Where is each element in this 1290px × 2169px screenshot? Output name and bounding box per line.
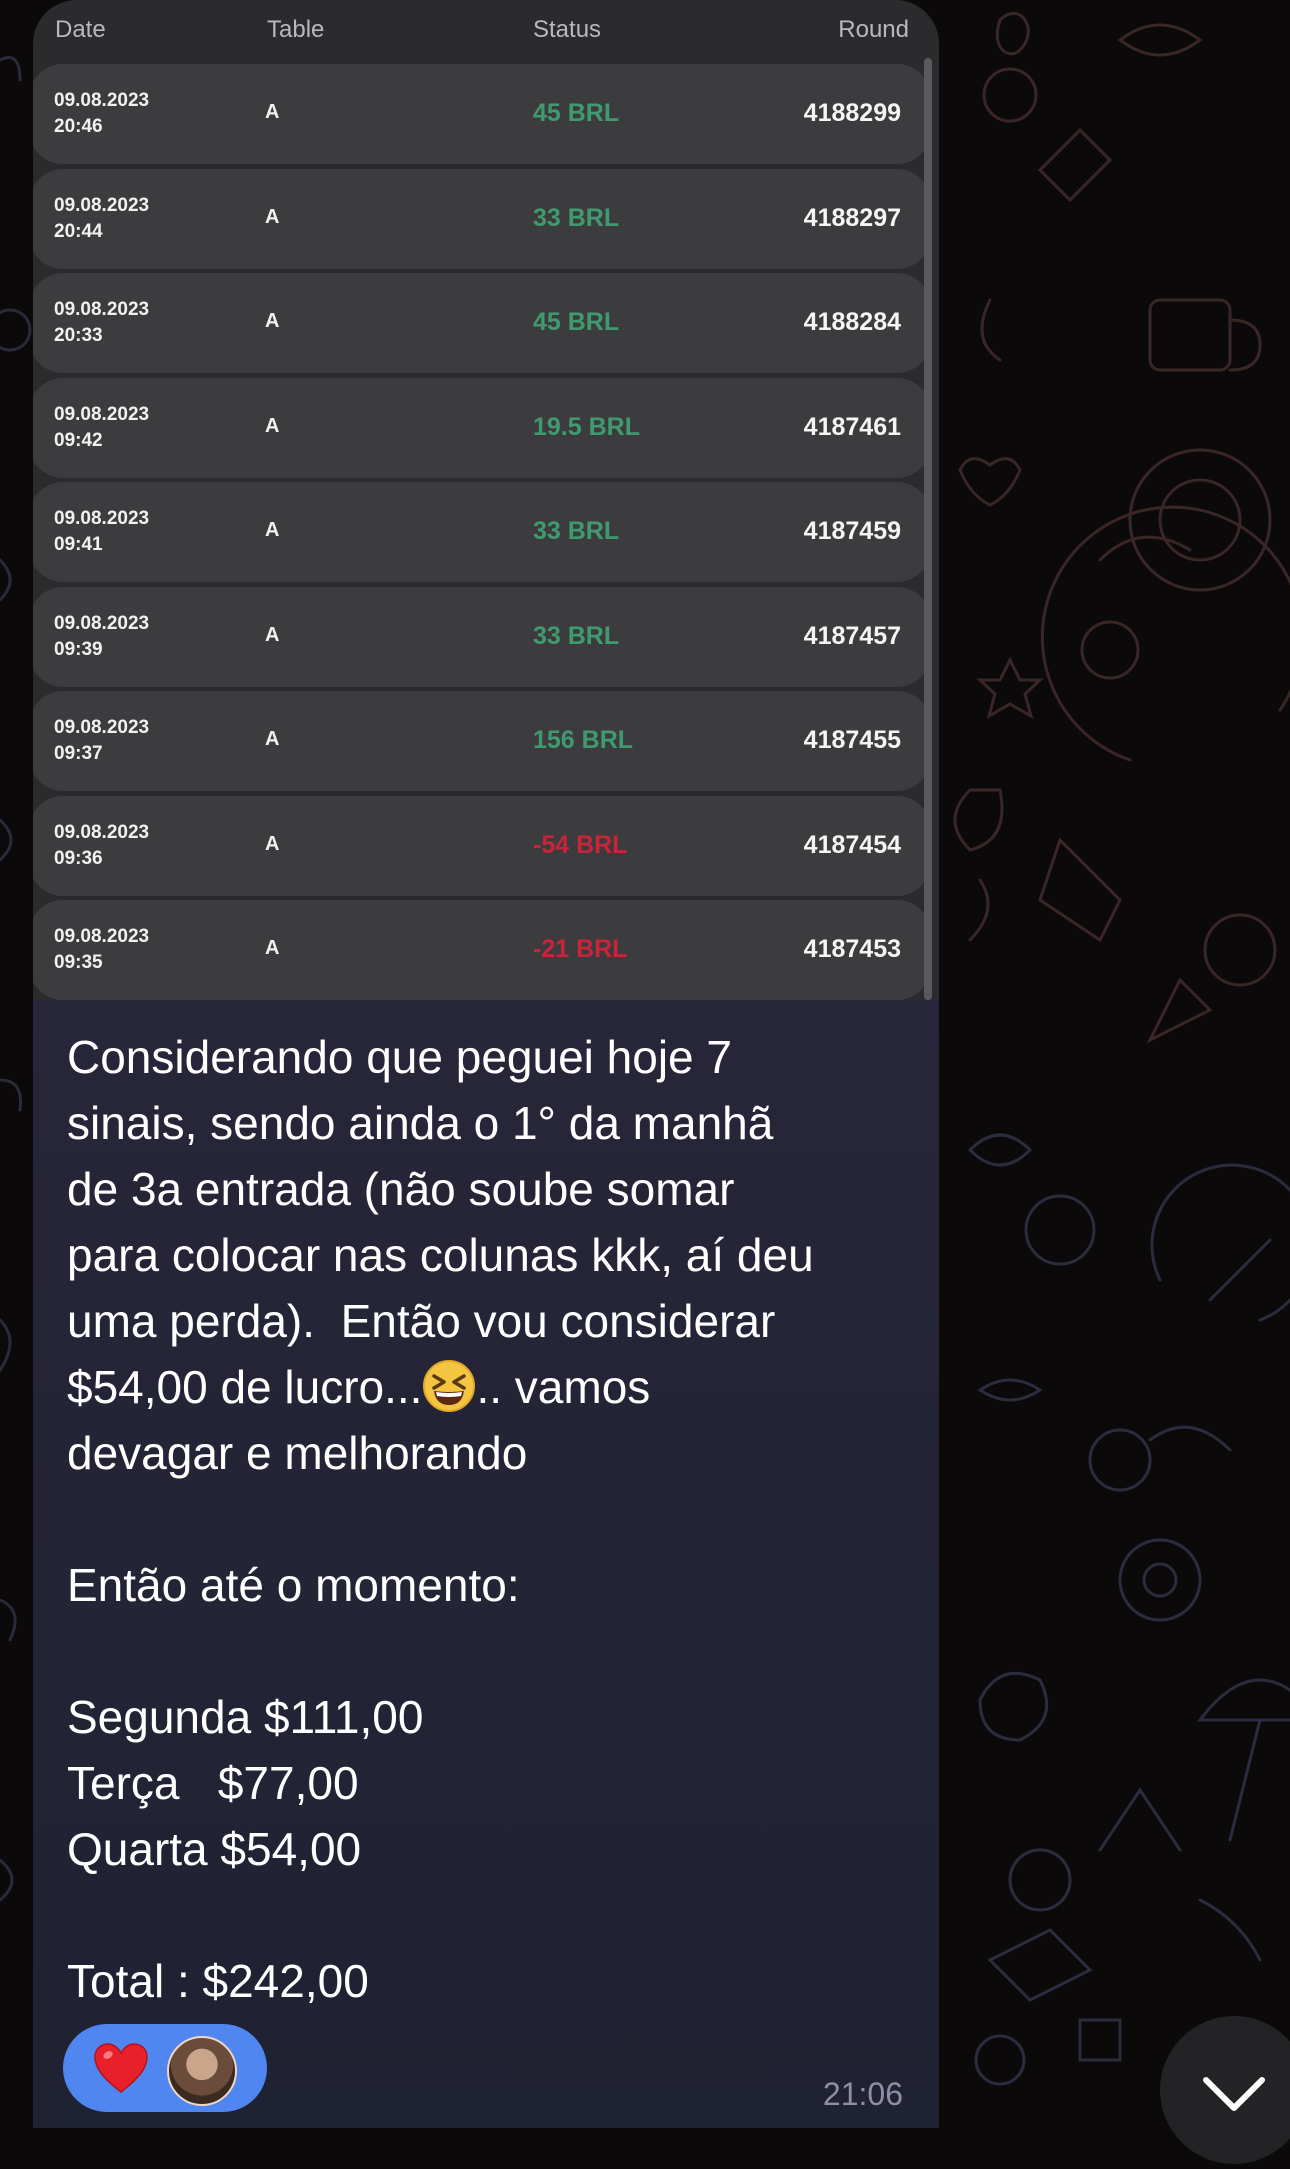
message-bubble[interactable]: Date Table Status Round 09.08.2023 20:46 … [33,0,939,2128]
table-row: 09.08.2023 09:37 A 156 BRL 4187455 [33,691,931,791]
row-round: 4187461 [803,413,901,441]
row-status: 156 BRL [533,726,634,754]
column-header-date: Date [55,16,106,43]
table-row: 09.08.2023 20:46 A 45 BRL 4188299 [33,64,931,164]
table-row: 09.08.2023 20:33 A 45 BRL 4188284 [33,273,931,373]
column-header-round: Round [838,16,909,43]
avatar[interactable] [167,2036,237,2106]
column-header-table: Table [267,16,325,43]
row-status: -54 BRL [533,831,628,859]
row-round: 4187455 [803,726,901,754]
table-row: 09.08.2023 09:42 A 19.5 BRL 4187461 [33,378,931,478]
row-date: 09.08.2023 09:37 [54,717,150,764]
message-time: 21:06 [822,2076,903,2112]
row-date: 09.08.2023 09:39 [54,613,150,660]
row-date: 09.08.2023 09:42 [54,404,150,451]
row-table: A [265,310,280,332]
red-heart-icon [94,2043,148,2093]
chevron-down-icon [1203,2077,1265,2111]
attached-screenshot[interactable]: Date Table Status Round 09.08.2023 20:46 … [33,0,939,1000]
screenshot-scrollbar [924,58,932,1000]
message-text: Considerando que peguei hoje 7 sinais, s… [67,1024,927,2014]
table-header: Date Table Status Round [33,0,939,60]
row-date: 09.08.2023 09:36 [54,822,150,869]
row-date: 09.08.2023 20:46 [54,90,150,137]
row-status: 19.5 BRL [533,413,640,441]
row-date: 09.08.2023 20:33 [54,299,150,346]
row-table: A [265,937,280,959]
row-status: 45 BRL [533,308,620,336]
row-date: 09.08.2023 09:41 [54,508,150,555]
table-row: 09.08.2023 09:36 A -54 BRL 4187454 [33,796,931,896]
row-round: 4187459 [803,517,901,545]
row-round: 4188297 [803,204,901,232]
row-status: 33 BRL [533,517,620,545]
row-round: 4187457 [803,622,901,650]
row-table: A [265,624,280,646]
row-table: A [265,519,280,541]
row-round: 4187454 [803,831,901,859]
scroll-down-button[interactable] [1160,2016,1290,2164]
row-table: A [265,101,280,123]
message-text-part1: Considerando que peguei hoje 7 sinais, s… [67,1031,814,1413]
row-status: 45 BRL [533,99,620,127]
message-text-part2: .. vamos devagar e melhorando Então até … [67,1361,651,2007]
table-row: 09.08.2023 20:44 A 33 BRL 4188297 [33,169,931,269]
row-table: A [265,833,280,855]
row-round: 4188284 [803,308,901,336]
row-round: 4187453 [803,935,901,963]
grinning-squinting-face-icon [423,1360,476,1412]
table-row: 09.08.2023 09:41 A 33 BRL 4187459 [33,482,931,582]
table-row: 09.08.2023 09:35 A -21 BRL 4187453 [33,900,931,1000]
row-status: 33 BRL [533,204,620,232]
row-status: 33 BRL [533,622,620,650]
row-round: 4188299 [803,99,901,127]
row-date: 09.08.2023 20:44 [54,195,150,242]
row-date: 09.08.2023 09:35 [54,926,150,973]
row-table: A [265,728,280,750]
table-row: 09.08.2023 09:39 A 33 BRL 4187457 [33,587,931,687]
row-table: A [265,415,280,437]
reaction-pill[interactable] [63,2024,267,2112]
column-header-status: Status [533,16,602,43]
row-table: A [265,206,280,228]
row-status: -21 BRL [533,935,628,963]
